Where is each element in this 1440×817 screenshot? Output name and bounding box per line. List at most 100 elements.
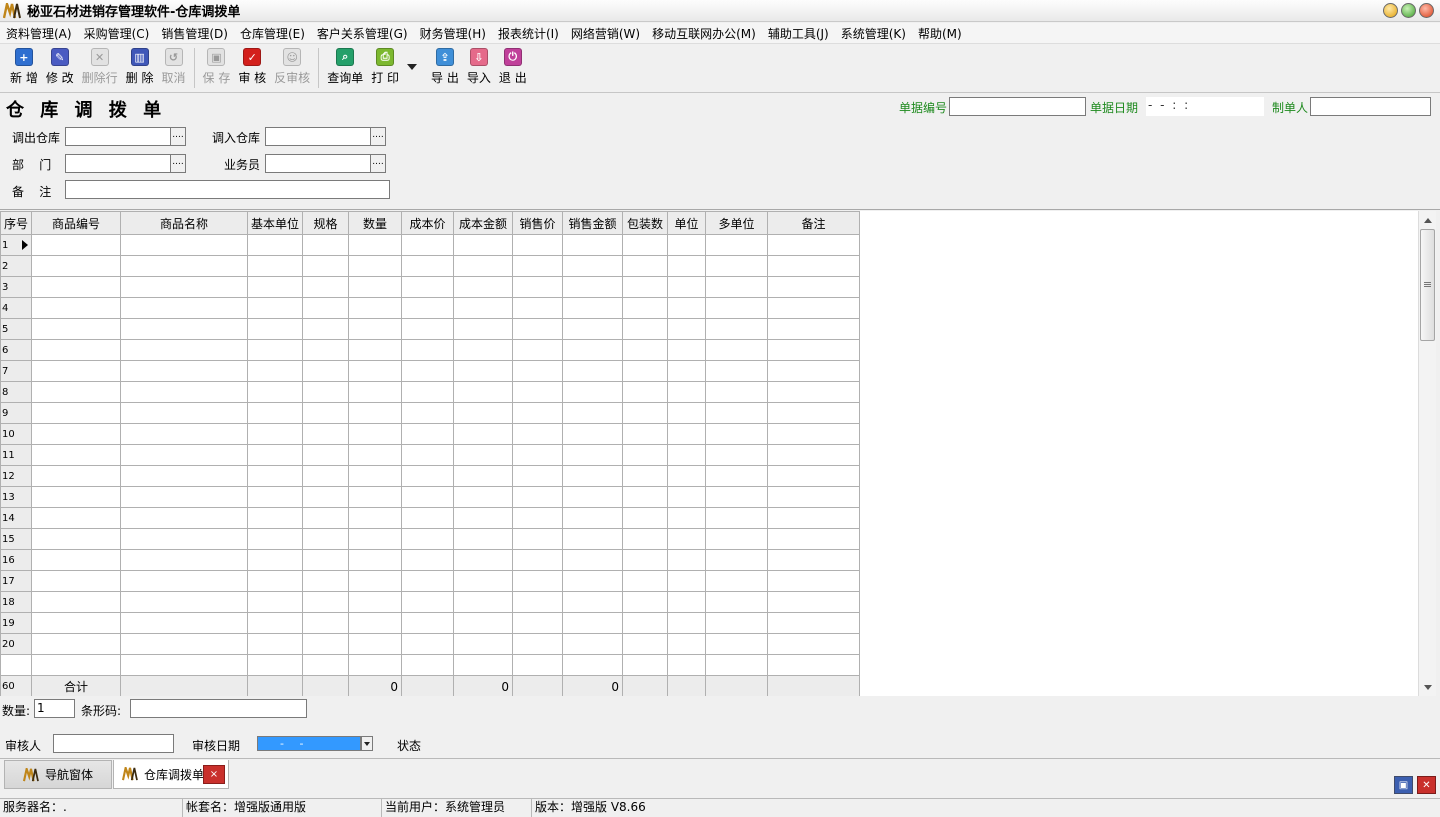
grid-cell[interactable] (120, 465, 249, 487)
col-header[interactable]: 商品名称 (120, 211, 249, 235)
grid-cell[interactable] (120, 528, 249, 550)
grid-cell[interactable] (453, 381, 514, 403)
grid-cell[interactable] (348, 486, 403, 508)
grid-cell[interactable] (348, 570, 403, 592)
grid-cell[interactable] (348, 381, 403, 403)
grid-cell[interactable] (667, 465, 707, 487)
grid-cell[interactable] (401, 444, 455, 466)
grid-cell[interactable] (31, 465, 122, 487)
grid-cell[interactable] (512, 297, 564, 319)
grid-cell[interactable] (767, 633, 861, 655)
grid-cell[interactable] (512, 591, 564, 613)
grid-cell[interactable] (31, 339, 122, 361)
grid-cell[interactable] (453, 360, 514, 382)
menu-warehouse[interactable]: 仓库管理(E) (240, 25, 305, 42)
table-row[interactable]: 8 (0, 381, 861, 403)
grid-cell[interactable] (120, 486, 249, 508)
grid-cell[interactable] (302, 528, 350, 550)
col-header[interactable]: 数量 (348, 211, 403, 235)
table-row[interactable]: 16 (0, 549, 861, 571)
grid-cell[interactable] (247, 318, 304, 340)
grid-cell[interactable] (401, 570, 455, 592)
grid-cell[interactable] (562, 549, 624, 571)
print-button[interactable]: ⎙ 打 印 (371, 48, 399, 86)
grid-cell[interactable] (247, 339, 304, 361)
grid-cell[interactable] (31, 444, 122, 466)
grid-cell[interactable] (247, 591, 304, 613)
close-child-window-icon[interactable]: ✕ (1417, 776, 1436, 794)
table-row[interactable]: 12 (0, 465, 861, 487)
col-header[interactable]: 备注 (767, 211, 861, 235)
grid-cell[interactable] (247, 276, 304, 298)
grid-cell[interactable] (401, 360, 455, 382)
grid-cell[interactable] (453, 318, 514, 340)
grid-cell[interactable] (31, 234, 122, 256)
grid-cell[interactable] (348, 591, 403, 613)
grid-cell[interactable] (562, 444, 624, 466)
table-row[interactable]: 7 (0, 360, 861, 382)
grid-cell[interactable] (247, 381, 304, 403)
grid-cell[interactable] (453, 276, 514, 298)
col-header[interactable]: 成本价 (401, 211, 455, 235)
menu-system[interactable]: 系统管理(K) (841, 25, 906, 42)
grid-cell[interactable] (512, 276, 564, 298)
grid-cell[interactable] (31, 318, 122, 340)
auditor-input[interactable] (53, 734, 174, 753)
grid-cell[interactable] (302, 612, 350, 634)
grid-cell[interactable] (120, 423, 249, 445)
grid-cell[interactable] (667, 297, 707, 319)
grid-cell[interactable] (31, 486, 122, 508)
delete-row-button[interactable]: ✕ 删除行 (82, 48, 118, 86)
grid-cell[interactable] (622, 486, 669, 508)
grid-cell[interactable] (667, 339, 707, 361)
grid-cell[interactable] (247, 633, 304, 655)
grid-cell[interactable] (302, 318, 350, 340)
salesperson-lookup-button[interactable]: .... (370, 154, 386, 173)
grid-cell[interactable] (562, 612, 624, 634)
grid-cell[interactable] (767, 444, 861, 466)
grid-cell[interactable] (767, 465, 861, 487)
grid-cell[interactable] (622, 381, 669, 403)
grid-cell[interactable] (247, 486, 304, 508)
grid-cell[interactable] (512, 339, 564, 361)
grid-cell[interactable] (705, 570, 769, 592)
close-window-button[interactable] (1419, 3, 1434, 18)
grid-cell[interactable] (705, 360, 769, 382)
table-row[interactable]: 13 (0, 486, 861, 508)
grid-cell[interactable] (453, 423, 514, 445)
grid-cell[interactable] (622, 633, 669, 655)
doc-no-input[interactable] (949, 97, 1086, 116)
grid-cell[interactable] (453, 633, 514, 655)
grid-cell[interactable] (562, 297, 624, 319)
grid-cell[interactable] (120, 633, 249, 655)
grid-cell[interactable] (562, 234, 624, 256)
grid-cell[interactable] (247, 465, 304, 487)
grid-cell[interactable] (348, 444, 403, 466)
grid-cell[interactable] (247, 297, 304, 319)
grid-cell[interactable] (401, 591, 455, 613)
grid-cell[interactable] (512, 549, 564, 571)
grid-cell[interactable] (302, 507, 350, 529)
col-header[interactable]: 单位 (667, 211, 707, 235)
grid-cell[interactable] (348, 528, 403, 550)
grid-cell[interactable] (247, 612, 304, 634)
grid-cell[interactable] (705, 591, 769, 613)
grid-cell[interactable] (562, 423, 624, 445)
grid-cell[interactable] (31, 297, 122, 319)
grid-cell[interactable] (512, 360, 564, 382)
menu-reports[interactable]: 报表统计(I) (498, 25, 559, 42)
col-header[interactable]: 包装数 (622, 211, 669, 235)
grid-cell[interactable] (622, 360, 669, 382)
grid-cell[interactable] (705, 444, 769, 466)
audit-date-picker[interactable]: - - (257, 736, 361, 751)
grid-cell[interactable] (31, 507, 122, 529)
grid-cell[interactable] (31, 381, 122, 403)
table-row[interactable]: 5 (0, 318, 861, 340)
table-row[interactable]: 18 (0, 591, 861, 613)
grid-cell[interactable] (302, 423, 350, 445)
scroll-thumb[interactable] (1420, 229, 1435, 341)
grid-cell[interactable] (667, 570, 707, 592)
grid-cell[interactable] (705, 381, 769, 403)
grid-cell[interactable] (247, 528, 304, 550)
minimize-button[interactable] (1383, 3, 1398, 18)
